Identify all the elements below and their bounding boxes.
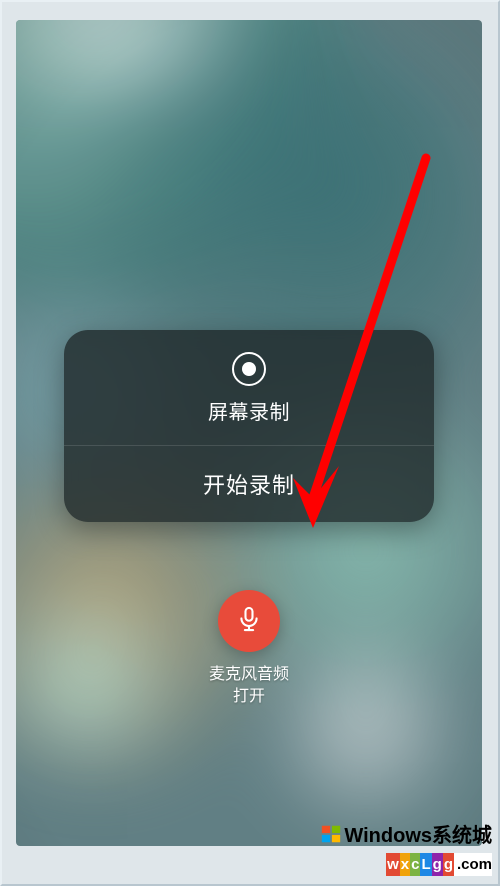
watermark-brand-text: Windows系统城	[344, 819, 492, 848]
phone-screen: 屏幕录制 开始录制 麦克风音频 打开	[16, 20, 482, 846]
card-title: 屏幕录制	[208, 396, 290, 425]
screen-recording-card: 屏幕录制 开始录制	[64, 330, 434, 522]
window-frame: 屏幕录制 开始录制 麦克风音频 打开	[0, 0, 500, 886]
record-icon	[232, 352, 266, 386]
microphone-toggle-button[interactable]	[218, 590, 280, 652]
watermark-brand: Windows系统城	[320, 819, 492, 848]
watermark-url: wxcLgg.com	[386, 853, 492, 876]
start-recording-button[interactable]: 开始录制	[64, 446, 434, 522]
card-header: 屏幕录制	[64, 330, 434, 445]
microphone-icon	[235, 605, 263, 638]
microphone-label: 麦克风音频 打开	[209, 664, 289, 707]
windows-logo-icon	[320, 823, 342, 845]
microphone-section: 麦克风音频 打开	[209, 590, 289, 707]
